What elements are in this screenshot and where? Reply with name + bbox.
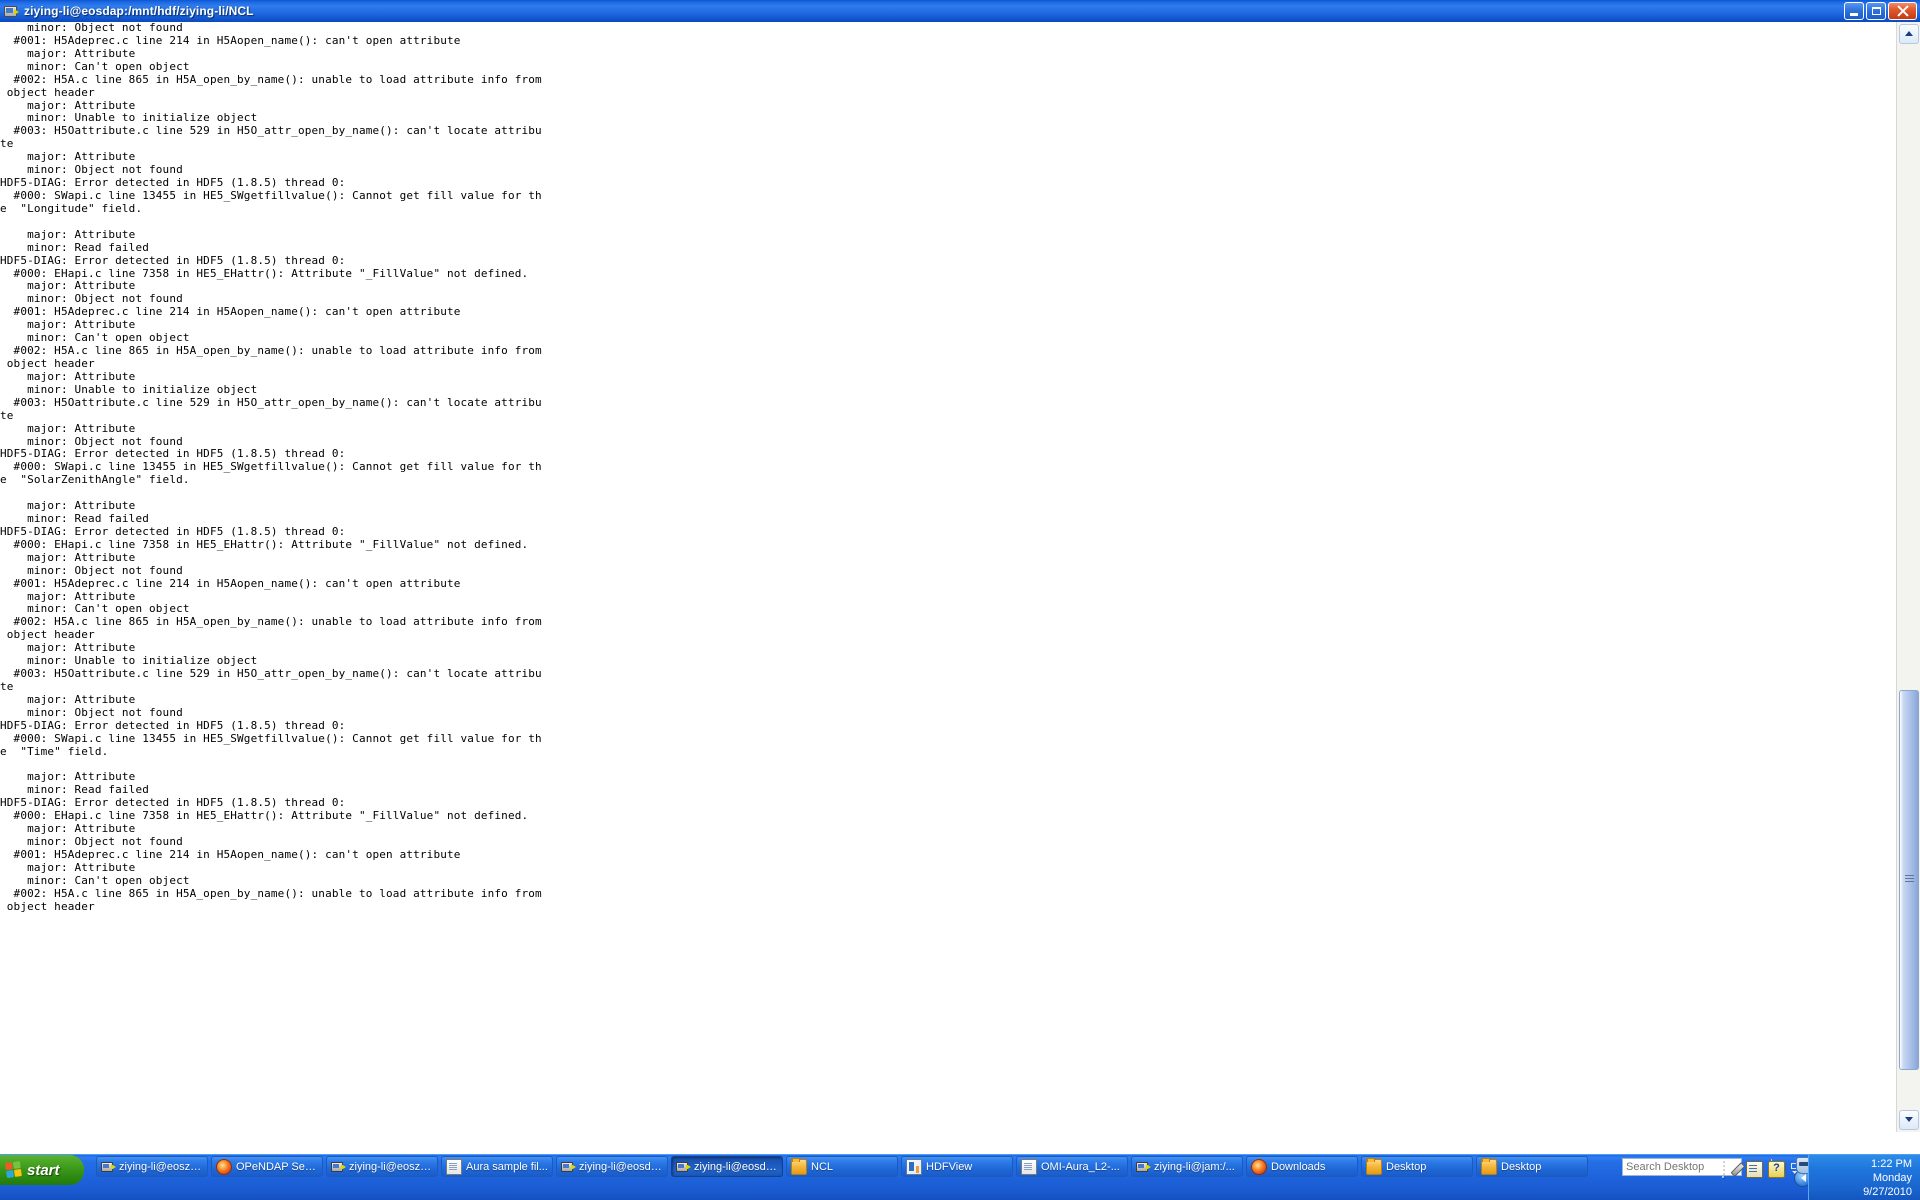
taskbar-button-10[interactable]: Downloads xyxy=(1246,1156,1358,1177)
taskbar-button-label: NCL xyxy=(811,1161,833,1173)
terminal-icon xyxy=(3,3,19,19)
taskbar-button-label: Desktop xyxy=(1386,1161,1426,1173)
doc-icon xyxy=(1021,1159,1037,1175)
scrollbar-thumb[interactable] xyxy=(1899,690,1919,1070)
minimize-button[interactable] xyxy=(1844,2,1864,20)
clock-time: 1:22 PM xyxy=(1871,1157,1912,1171)
taskbar-button-4[interactable]: ziying-li@eosda... xyxy=(556,1156,668,1177)
close-button[interactable] xyxy=(1888,2,1917,20)
taskbar-button-3[interactable]: Aura sample fil... xyxy=(441,1156,553,1177)
folder-icon xyxy=(1366,1159,1382,1175)
term-icon xyxy=(101,1160,115,1174)
taskbar-button-11[interactable]: Desktop xyxy=(1361,1156,1473,1177)
taskbar-button-5[interactable]: ziying-li@eosda... xyxy=(671,1156,783,1177)
taskbar-button-8[interactable]: OMI-Aura_L2-... xyxy=(1016,1156,1128,1177)
taskbar-button-label: ziying-li@eosda... xyxy=(579,1161,663,1173)
tray-icon-group: ? xyxy=(1717,1159,1800,1179)
taskbar-button-7[interactable]: HDFView xyxy=(901,1156,1013,1177)
doc-icon xyxy=(446,1159,462,1175)
taskbar: start ziying-li@eoszo...OPeNDAP Serv...z… xyxy=(0,1154,1920,1200)
hdfview-icon xyxy=(906,1159,922,1175)
scroll-down-button[interactable] xyxy=(1899,1110,1919,1130)
taskbar-button-12[interactable]: Desktop xyxy=(1476,1156,1588,1177)
taskbar-button-label: ziying-li@jam:/... xyxy=(1154,1161,1235,1173)
taskbar-button-6[interactable]: NCL xyxy=(786,1156,898,1177)
tray-handle[interactable] xyxy=(1721,1159,1726,1179)
taskbar-button-label: Desktop xyxy=(1501,1161,1541,1173)
taskbar-button-9[interactable]: ziying-li@jam:/... xyxy=(1131,1156,1243,1177)
taskbar-button-1[interactable]: OPeNDAP Serv... xyxy=(211,1156,323,1177)
folder-icon xyxy=(791,1159,807,1175)
maximize-button[interactable] xyxy=(1866,2,1886,20)
taskbar-button-label: Aura sample fil... xyxy=(466,1161,548,1173)
term-icon xyxy=(1136,1160,1150,1174)
help-icon[interactable]: ? xyxy=(1768,1161,1785,1178)
clock-date: 9/27/2010 xyxy=(1863,1185,1912,1199)
taskbar-button-label: OMI-Aura_L2-... xyxy=(1041,1161,1120,1173)
term-icon xyxy=(331,1160,345,1174)
task-button-list: ziying-li@eoszo... OPeNDAP Serv... ziying-… xyxy=(96,1156,1588,1177)
clock-panel[interactable]: 1:22 PM Monday 9/27/2010 xyxy=(1808,1155,1920,1200)
firefox-icon xyxy=(1251,1159,1267,1175)
taskbar-button-label: Downloads xyxy=(1271,1161,1325,1173)
taskbar-button-label: ziying-li@eosda... xyxy=(694,1161,778,1173)
term-icon xyxy=(561,1160,575,1174)
taskbar-button-0[interactable]: ziying-li@eoszo... xyxy=(96,1156,208,1177)
taskbar-button-2[interactable]: ziying-li@eoszo... xyxy=(326,1156,438,1177)
window-controls xyxy=(1844,2,1917,20)
term-icon xyxy=(676,1160,690,1174)
windows-flag-icon xyxy=(5,1161,23,1179)
window-title: ziying-li@eosdap:/mnt/hdf/ziying-li/NCL xyxy=(24,4,254,18)
terminal-text: minor: Object not found #001: H5Adeprec.… xyxy=(0,22,1896,914)
desktop-screen: ziying-li@eosdap:/mnt/hdf/ziying-li/NCL … xyxy=(0,0,1920,1200)
start-button-label: start xyxy=(27,1162,60,1179)
scrollbar-grip-icon xyxy=(1905,875,1914,885)
window-titlebar[interactable]: ziying-li@eosdap:/mnt/hdf/ziying-li/NCL xyxy=(0,0,1920,22)
folder-icon xyxy=(1481,1159,1497,1175)
taskbar-button-label: HDFView xyxy=(926,1161,972,1173)
notes-icon[interactable] xyxy=(1746,1161,1763,1178)
taskbar-button-label: ziying-li@eoszo... xyxy=(349,1161,433,1173)
terminal-scrollbar[interactable] xyxy=(1896,22,1920,1132)
pen-icon[interactable] xyxy=(1731,1162,1746,1177)
clock-day: Monday xyxy=(1873,1171,1912,1185)
taskbar-button-label: ziying-li@eoszo... xyxy=(119,1161,203,1173)
start-button[interactable]: start xyxy=(0,1155,84,1185)
scroll-up-button[interactable] xyxy=(1899,24,1919,44)
terminal-output-area[interactable]: minor: Object not found #001: H5Adeprec.… xyxy=(0,22,1896,1132)
taskbar-button-label: OPeNDAP Serv... xyxy=(236,1161,318,1173)
firefox-icon xyxy=(216,1159,232,1175)
